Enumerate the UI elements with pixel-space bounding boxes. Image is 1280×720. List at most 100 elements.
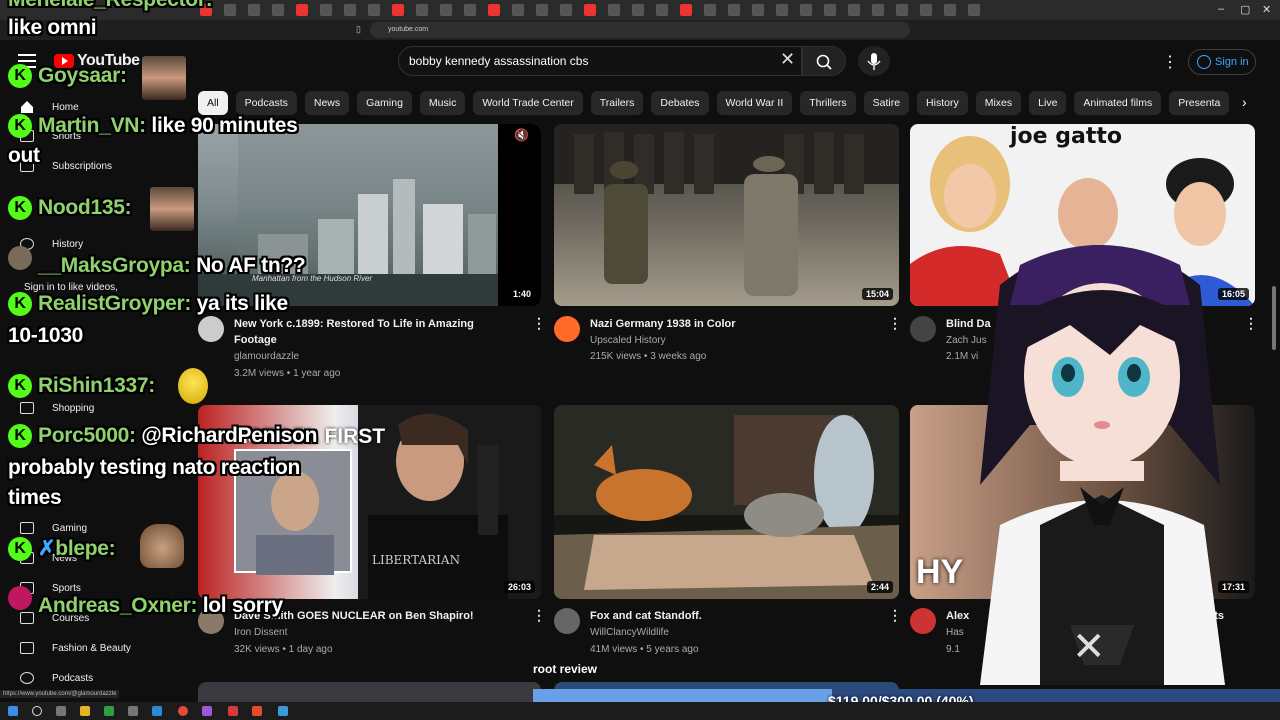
close-window-icon[interactable]: ✕ [1262, 3, 1271, 16]
browser-tab[interactable] [392, 4, 404, 16]
file-explorer-icon[interactable] [80, 706, 90, 716]
browser-tab[interactable] [248, 4, 260, 16]
browser-tab[interactable] [632, 4, 644, 16]
app-icon[interactable] [278, 706, 288, 716]
sidebar-item-gaming[interactable]: Gaming [20, 522, 87, 534]
app-icon[interactable] [228, 706, 238, 716]
app-icon[interactable] [104, 706, 114, 716]
chip-world-trade-center[interactable]: World Trade Center [473, 91, 583, 115]
browser-tab[interactable] [824, 4, 836, 16]
chip-mixes[interactable]: Mixes [975, 91, 1022, 115]
sidebar-item-fashion[interactable]: Fashion & Beauty [20, 642, 131, 654]
scrollbar[interactable] [1272, 286, 1276, 350]
chip-trailers[interactable]: Trailers [590, 91, 644, 115]
browser-tab[interactable] [440, 4, 452, 16]
browser-tab[interactable] [368, 4, 380, 16]
browser-tab[interactable] [872, 4, 884, 16]
search-input[interactable]: bobby kennedy assassination cbs [409, 54, 588, 68]
browser-tab[interactable] [344, 4, 356, 16]
app-icon[interactable] [128, 706, 138, 716]
clear-search-icon[interactable]: ✕ [780, 50, 795, 68]
address-bar[interactable]: youtube.com [370, 22, 910, 38]
more-actions-icon[interactable]: ⋮ [532, 607, 546, 624]
chip-history[interactable]: History [917, 91, 968, 115]
chip-world-war-ii[interactable]: World War II [716, 91, 793, 115]
chip-animated-films[interactable]: Animated films [1074, 91, 1162, 115]
chip-music[interactable]: Music [419, 91, 466, 115]
browser-tab[interactable] [680, 4, 692, 16]
channel-avatar[interactable] [554, 608, 580, 634]
chip-satire[interactable]: Satire [863, 91, 910, 115]
browser-tab[interactable] [704, 4, 716, 16]
video-title[interactable]: Fox and cat Standoff. [590, 608, 702, 624]
channel-name[interactable]: WillClancyWildlife [590, 625, 669, 641]
sidebar-item-home[interactable]: Home [20, 100, 79, 114]
browser-tab[interactable] [944, 4, 956, 16]
video-thumbnail[interactable]: 🔇 Manhattan from the Hudson River 1:40 [198, 124, 541, 306]
channel-name[interactable]: glamourdazzle [234, 349, 299, 365]
mute-icon[interactable]: 🔇 [514, 128, 529, 142]
chip-thrillers[interactable]: Thrillers [800, 91, 856, 115]
windows-start-icon[interactable] [8, 706, 18, 716]
chip-gaming[interactable]: Gaming [357, 91, 412, 115]
chip-presenta[interactable]: Presenta [1169, 91, 1230, 115]
chevron-right-icon[interactable]: › [1242, 94, 1247, 110]
channel-name[interactable]: Iron Dissent [234, 625, 287, 641]
voice-search-button[interactable] [858, 46, 890, 76]
channel-name[interactable]: Upscaled History [590, 333, 666, 349]
browser-tab[interactable] [920, 4, 932, 16]
browser-tab[interactable] [800, 4, 812, 16]
browser-tab[interactable] [776, 4, 788, 16]
sidebar-item-shopping[interactable]: Shopping [20, 402, 94, 414]
browser-tab[interactable] [320, 4, 332, 16]
chip-debates[interactable]: Debates [651, 91, 709, 115]
channel-avatar[interactable] [910, 316, 936, 342]
browser-tab[interactable] [896, 4, 908, 16]
minimize-icon[interactable]: – [1218, 3, 1224, 15]
browser-tab[interactable] [488, 4, 500, 16]
browser-tab[interactable] [848, 4, 860, 16]
browser-tab[interactable] [296, 4, 308, 16]
video-thumbnail[interactable] [198, 682, 541, 702]
more-actions-icon[interactable]: ⋮ [532, 315, 546, 332]
search-box[interactable]: bobby kennedy assassination cbs [398, 46, 802, 76]
sign-in-button[interactable]: Sign in [1188, 49, 1256, 75]
search-button[interactable] [802, 46, 846, 76]
settings-more-icon[interactable]: ⋮ [1162, 52, 1178, 72]
app-icon[interactable] [202, 706, 212, 716]
browser-tab[interactable] [416, 4, 428, 16]
browser-icon[interactable] [252, 706, 262, 716]
chip-podcasts[interactable]: Podcasts [235, 91, 297, 115]
video-title[interactable]: New York c.1899: Restored To Life in Ama… [234, 316, 474, 332]
maximize-icon[interactable]: ▢ [1240, 3, 1250, 16]
browser-tab[interactable] [608, 4, 620, 16]
browser-tab[interactable] [656, 4, 668, 16]
video-title[interactable]: Nazi Germany 1938 in Color [590, 316, 736, 332]
channel-avatar[interactable] [198, 316, 224, 342]
video-thumbnail[interactable]: 15:04 [554, 124, 899, 306]
more-actions-icon[interactable]: ⋮ [1244, 315, 1258, 332]
chip-news[interactable]: News [304, 91, 350, 115]
browser-tab[interactable] [464, 4, 476, 16]
video-title-line2[interactable]: Footage [234, 332, 277, 348]
bookmark-icon[interactable]: ▯ [356, 24, 361, 35]
search-icon[interactable] [32, 706, 42, 716]
task-view-icon[interactable] [56, 706, 66, 716]
more-actions-icon[interactable]: ⋮ [888, 607, 902, 624]
app-icon[interactable] [152, 706, 162, 716]
browser-tab[interactable] [752, 4, 764, 16]
browser-tab[interactable] [968, 4, 980, 16]
chrome-icon[interactable] [178, 706, 188, 716]
browser-tab[interactable] [728, 4, 740, 16]
browser-tab[interactable] [584, 4, 596, 16]
channel-avatar[interactable] [910, 608, 936, 634]
chip-live[interactable]: Live [1029, 91, 1067, 115]
browser-tab[interactable] [512, 4, 524, 16]
more-actions-icon[interactable]: ⋮ [888, 315, 902, 332]
browser-tab[interactable] [560, 4, 572, 16]
sidebar-item-podcasts[interactable]: Podcasts [20, 672, 93, 684]
chip-all[interactable]: All [198, 91, 228, 115]
browser-tab[interactable] [536, 4, 548, 16]
channel-avatar[interactable] [554, 316, 580, 342]
browser-tab[interactable] [272, 4, 284, 16]
